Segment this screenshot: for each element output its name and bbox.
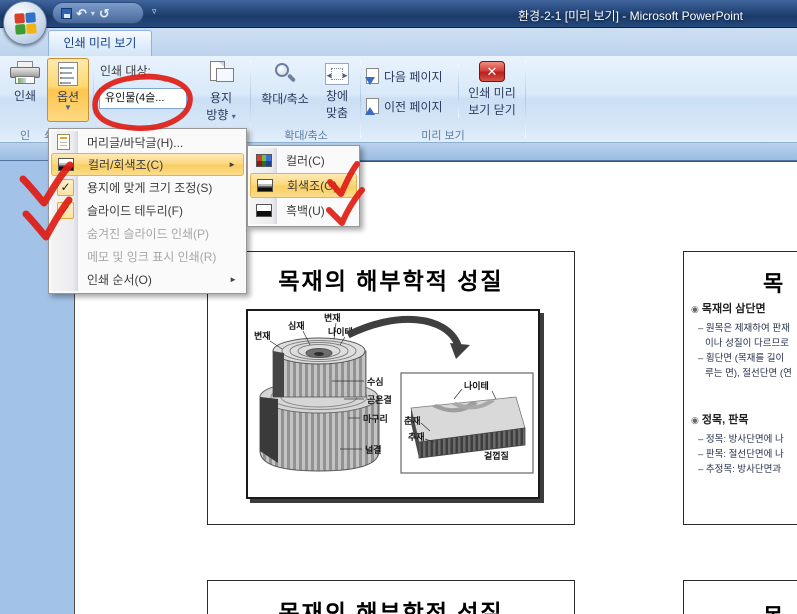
checkbox-checked-icon: ✓ <box>57 179 74 196</box>
office-button[interactable] <box>3 1 47 45</box>
orientation-icon <box>208 61 234 87</box>
submenu-item-grayscale[interactable]: 회색조(G) <box>250 173 357 198</box>
submenu-item-color[interactable]: 컬러(C) <box>250 148 357 173</box>
powerpoint-window: 환경-2-1 [미리 보기] - Microsoft PowerPoint ↶ … <box>0 0 797 614</box>
preview-slide-2[interactable]: 목 ◉목재의 삼단면 – 원목은 제재하여 판재 이나 성질이 다르므로 – 횡… <box>683 251 797 525</box>
svg-text:변재: 변재 <box>324 312 341 323</box>
magnifier-icon <box>272 62 298 88</box>
ribbon-tab-row: 인쇄 미리 보기 <box>0 28 797 56</box>
menu-item-print-order[interactable]: 인쇄 순서(O) ► <box>51 268 244 290</box>
wood-diagram: 변재 심재 변재 나이테 수심 곧은결 마구리 널결 <box>248 311 538 497</box>
preview-slide-4[interactable]: 목 <box>683 580 797 614</box>
svg-text:수심: 수심 <box>367 376 384 387</box>
bullet-icon: ◉ <box>691 304 699 314</box>
menu-item-header-footer[interactable]: 머리글/바닥글(H)... <box>51 131 244 153</box>
header-footer-icon <box>57 134 70 150</box>
submenu-arrow-icon: ► <box>229 275 237 284</box>
svg-text:추재: 추재 <box>408 431 425 442</box>
orientation-button[interactable]: 용지 방향 ▾ <box>196 58 246 122</box>
prev-page-button[interactable]: 이전 페이지 <box>366 94 443 118</box>
prev-page-icon <box>366 98 379 114</box>
save-icon[interactable] <box>61 8 72 19</box>
office-logo-icon <box>14 12 36 34</box>
fit-to-window-button[interactable]: ◄► 창에맞춤 <box>316 58 358 122</box>
color-icon <box>256 154 272 167</box>
qat-more-icon[interactable]: ▿ <box>152 6 157 17</box>
svg-text:널결: 널결 <box>365 444 382 455</box>
svg-text:겉껍질: 겉껍질 <box>484 450 509 461</box>
close-print-preview-button[interactable]: ✕ 인쇄 미리 보기 닫기 <box>462 58 522 122</box>
undo-dropdown-icon[interactable]: ▾ <box>91 9 95 18</box>
slide4-title-fragment: 목 <box>763 599 783 614</box>
next-page-button[interactable]: 다음 페이지 <box>366 64 443 88</box>
next-page-icon <box>366 68 379 84</box>
tab-print-preview[interactable]: 인쇄 미리 보기 <box>48 30 152 56</box>
submenu-arrow-icon: ► <box>228 160 236 169</box>
slide1-title: 목재의 해부학적 성질 <box>208 262 574 296</box>
slide3-title: 목재의 해부학적 성질 <box>208 594 574 614</box>
menu-item-frame-slides[interactable]: ✓ 슬라이드 테두리(F) <box>51 199 244 222</box>
print-target-label: 인쇄 대상: <box>100 62 151 79</box>
svg-text:곧은결: 곧은결 <box>367 394 392 405</box>
zoom-button[interactable]: 확대/축소 <box>256 58 314 122</box>
slide2-title-fragment: 목 <box>763 266 783 298</box>
grayscale-icon <box>257 179 273 192</box>
black-white-icon <box>256 204 272 217</box>
menu-item-print-comments: 메모 및 잉크 표시 인쇄(R) <box>51 245 244 268</box>
svg-text:마구리: 마구리 <box>363 413 388 424</box>
svg-text:춘재: 춘재 <box>404 415 421 426</box>
options-dropdown-menu: 머리글/바닥글(H)... 컬러/회색조(C) ► ✓ 용지에 맞게 크기 조정… <box>48 128 247 294</box>
menu-item-color-grayscale[interactable]: 컬러/회색조(C) ► <box>51 153 244 176</box>
preview-slide-1[interactable]: 목재의 해부학적 성질 <box>207 251 575 525</box>
color-grayscale-submenu: 컬러(C) 회색조(G) 흑백(U) <box>247 145 360 227</box>
menu-item-print-hidden-slides: 숨겨진 슬라이드 인쇄(P) <box>51 222 244 245</box>
redo-icon[interactable]: ↺ <box>99 7 110 20</box>
svg-text:변재: 변재 <box>254 330 271 341</box>
window-title: 환경-2-1 [미리 보기] - Microsoft PowerPoint <box>518 7 743 24</box>
printer-icon <box>10 61 40 85</box>
fit-window-icon: ◄► <box>325 63 349 85</box>
group-label-preview: 미리 보기 <box>362 127 524 143</box>
print-button[interactable]: 인쇄 <box>4 58 46 122</box>
quick-access-toolbar: ↶ ▾ ↺ <box>52 2 144 24</box>
svg-text:심재: 심재 <box>288 320 305 331</box>
group-label-zoom: 확대/축소 <box>252 127 360 143</box>
undo-icon[interactable]: ↶ <box>76 7 87 20</box>
checkbox-checked-icon: ✓ <box>57 202 74 219</box>
close-preview-icon: ✕ <box>479 61 505 82</box>
svg-text:나이테: 나이테 <box>464 380 489 391</box>
bullet-icon: ◉ <box>691 415 699 425</box>
slide2-bullets: ◉목재의 삼단면 – 원목은 제재하여 판재 이나 성질이 다르므로 – 횡단면… <box>691 300 797 477</box>
print-target-combobox[interactable]: 유인물(4슬... <box>99 88 187 109</box>
grayscale-icon <box>58 158 74 171</box>
options-dropdown-caret: ▼ <box>48 105 88 111</box>
wood-anatomy-figure: 변재 심재 변재 나이테 수심 곧은결 마구리 널결 <box>246 309 540 499</box>
options-button[interactable]: 옵션 ▼ <box>47 58 89 122</box>
submenu-item-black-white[interactable]: 흑백(U) <box>250 198 357 223</box>
menu-item-scale-to-fit[interactable]: ✓ 용지에 맞게 크기 조정(S) <box>51 176 244 199</box>
options-icon <box>58 62 78 86</box>
preview-slide-3[interactable]: 목재의 해부학적 성질 <box>207 580 575 614</box>
